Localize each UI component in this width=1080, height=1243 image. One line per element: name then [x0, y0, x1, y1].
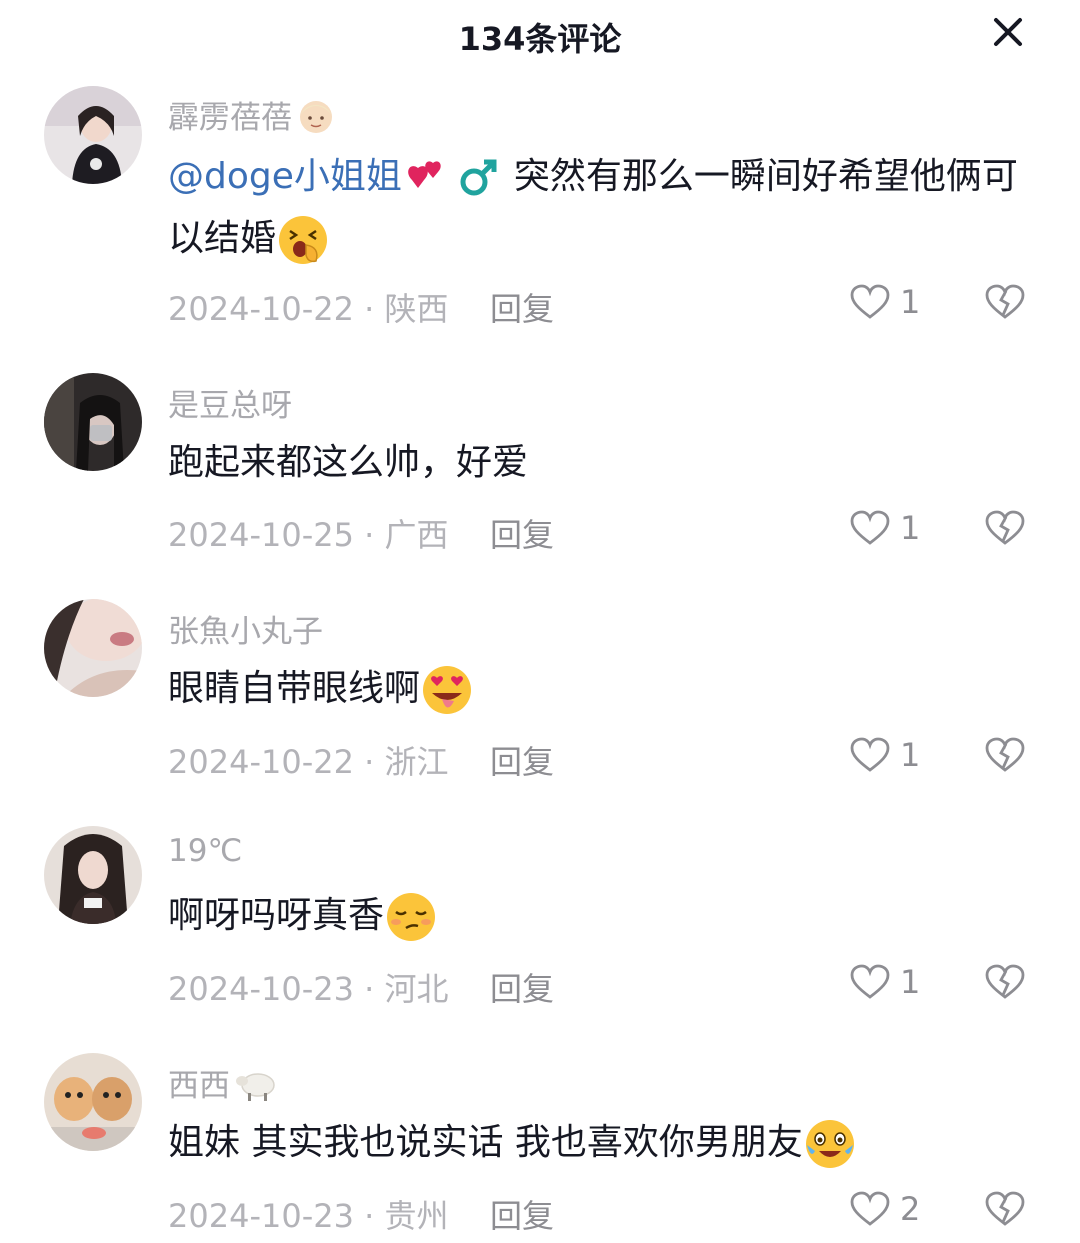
crying-laughing-emoji [805, 1120, 854, 1168]
sheep-emoji [236, 1072, 275, 1101]
broken-heart-icon[interactable] [985, 1189, 1025, 1229]
reply-button[interactable]: 回复 [490, 964, 554, 1010]
comment-text: 姐妹 其实我也说实话 我也喜欢你男朋友 [168, 1112, 1038, 1174]
two-hearts-emoji [408, 161, 441, 188]
username[interactable]: 张魚小丸子 [168, 606, 323, 651]
mention-link[interactable]: @doge小姐姐 [168, 156, 402, 197]
username[interactable]: 霹雳蓓蓓 [168, 92, 336, 137]
avatar[interactable] [44, 1053, 142, 1151]
avatar[interactable] [44, 373, 142, 471]
heart-icon [850, 284, 890, 319]
comment-date: 2024-10-23 [168, 970, 354, 1008]
like-button[interactable]: 1 [850, 282, 920, 322]
username[interactable]: 西西 [168, 1060, 278, 1105]
comment-date: 2024-10-22 [168, 290, 354, 328]
like-count: 1 [900, 509, 921, 547]
comment-meta: 2024-10-22 · 陕西 [168, 290, 449, 328]
smug-face-emoji [387, 893, 436, 941]
username[interactable]: 19℃ [168, 833, 242, 869]
comment-location: 陕西 [384, 290, 449, 328]
username[interactable]: 是豆总呀 [168, 380, 292, 425]
reply-button[interactable]: 回复 [490, 284, 554, 330]
broken-heart-icon[interactable] [985, 735, 1025, 775]
like-button[interactable]: 1 [850, 735, 920, 775]
heart-icon [850, 737, 890, 772]
close-icon[interactable] [990, 14, 1026, 50]
like-count: 1 [900, 963, 921, 1001]
comment-count-title: 134条评论 [458, 20, 622, 58]
heart-icon [850, 964, 890, 999]
comment-date: 2024-10-25 [168, 516, 354, 554]
like-count: 1 [900, 283, 921, 321]
like-count: 2 [900, 1190, 921, 1228]
reply-button[interactable]: 回复 [490, 737, 554, 783]
comment-location: 浙江 [384, 743, 449, 781]
comment-date: 2024-10-23 [168, 1197, 354, 1235]
comment-date: 2024-10-22 [168, 743, 354, 781]
avatar[interactable] [44, 599, 142, 697]
comment-text: 跑起来都这么帅，好爱 [168, 442, 529, 483]
reply-button[interactable]: 回复 [490, 1191, 554, 1237]
avatar[interactable] [44, 826, 142, 924]
broken-heart-icon[interactable] [985, 508, 1025, 548]
comment-location: 贵州 [384, 1197, 449, 1235]
like-button[interactable]: 2 [850, 1189, 920, 1229]
male-sign-emoji [460, 159, 497, 196]
comment-text: @doge小姐姐 突然有那么一瞬间好希望他俩可以结婚 [168, 146, 1038, 270]
reply-button[interactable]: 回复 [490, 510, 554, 556]
heart-icon [850, 1191, 890, 1226]
comment-meta: 2024-10-23 · 贵州 [168, 1197, 449, 1235]
broken-heart-icon[interactable] [985, 962, 1025, 1002]
comments-header: 134条评论 [0, 0, 1080, 72]
heart-icon [850, 510, 890, 545]
comment-meta: 2024-10-22 · 浙江 [168, 743, 449, 781]
comment-location: 广西 [384, 516, 449, 554]
broken-heart-icon[interactable] [985, 282, 1025, 322]
comment-text: 眼睛自带眼线啊 [168, 658, 1038, 720]
avatar[interactable] [44, 86, 142, 184]
like-button[interactable]: 1 [850, 962, 920, 1002]
baby-face-emoji [300, 100, 332, 133]
heart-eyes-tongue-emoji [423, 666, 472, 714]
yawning-face-emoji [279, 216, 328, 264]
like-button[interactable]: 1 [850, 508, 920, 548]
comment-text: 啊呀吗呀真香 [168, 885, 1038, 947]
like-count: 1 [900, 736, 921, 774]
comment-meta: 2024-10-23 · 河北 [168, 970, 449, 1008]
comment-meta: 2024-10-25 · 广西 [168, 516, 449, 554]
comment-location: 河北 [384, 970, 449, 1008]
